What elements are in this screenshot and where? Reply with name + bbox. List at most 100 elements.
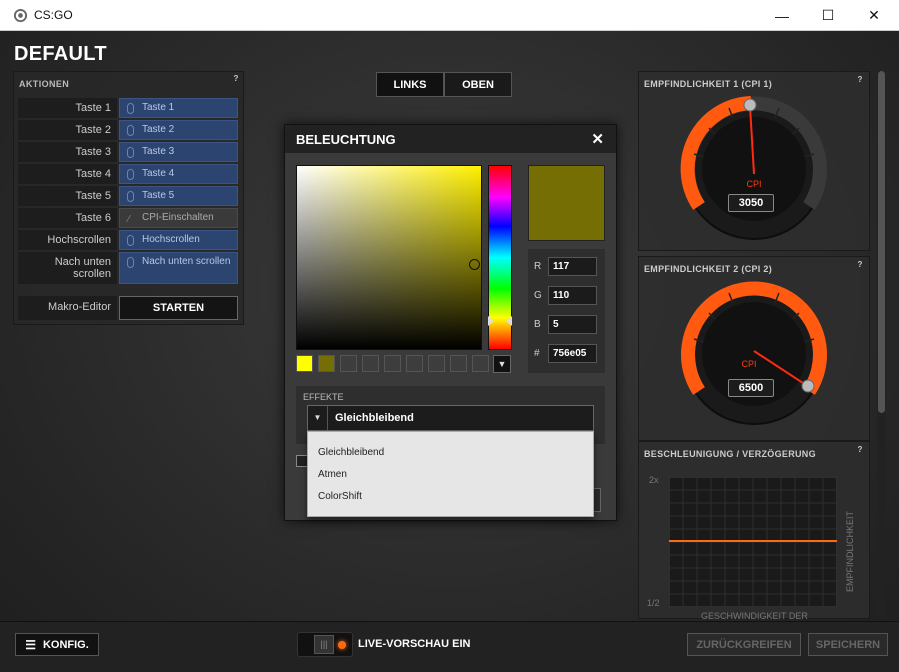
action-binding-label: Taste 1: [142, 102, 175, 113]
cpi2-help-icon[interactable]: ?: [855, 260, 865, 270]
color-swatch-empty[interactable]: [428, 355, 445, 372]
scrollbar-thumb[interactable]: [878, 71, 885, 413]
window-title: CS:GO: [34, 8, 73, 22]
color-swatch-empty[interactable]: [406, 355, 423, 372]
color-picker-handle[interactable]: [469, 259, 480, 270]
mouse-icon: [127, 125, 134, 136]
list-icon: ☰: [25, 637, 36, 652]
tab-links[interactable]: LINKS: [376, 72, 444, 97]
cpi2-dial[interactable]: CPI: [679, 279, 829, 429]
effect-option-colorshift[interactable]: ColorShift: [318, 491, 362, 502]
action-label: Taste 3: [18, 142, 117, 162]
cpi1-panel: EMPFINDLICHKEIT 1 (CPI 1) ? CPI 3050: [638, 71, 870, 251]
close-icon: ✕: [868, 7, 880, 23]
close-dialog-icon[interactable]: ✕: [591, 130, 604, 148]
acceleration-help-icon[interactable]: ?: [855, 445, 865, 455]
hue-slider[interactable]: [488, 165, 512, 350]
action-binding-label: Taste 4: [142, 168, 175, 179]
minimize-icon: —: [775, 7, 789, 24]
live-indicator-icon: [338, 641, 346, 649]
right-scrollbar[interactable]: [877, 71, 886, 619]
action-label: Taste 1: [18, 98, 117, 118]
mouse-icon: [127, 235, 134, 246]
effect-select[interactable]: ▼ Gleichbleibend: [307, 405, 594, 431]
acceleration-panel: BESCHLEUNIGUNG / VERZÖGERUNG ? 2x 1/2 EM…: [638, 441, 870, 621]
color-swatch-empty[interactable]: [362, 355, 379, 372]
action-binding-label: Taste 5: [142, 190, 175, 201]
lighting-dialog-header: BELEUCHTUNG ✕: [285, 125, 616, 153]
color-swatch-empty[interactable]: [450, 355, 467, 372]
green-input[interactable]: 110: [548, 286, 597, 305]
action-binding-cpi-toggle[interactable]: ⁄ CPI-Einschalten: [119, 208, 238, 228]
action-binding-scroll-up[interactable]: Hochscrollen: [119, 230, 238, 250]
actions-heading: AKTIONEN: [19, 79, 70, 89]
action-binding-label: Taste 2: [142, 124, 175, 135]
cpi2-value[interactable]: 6500: [728, 379, 774, 397]
config-button-label: KONFIG.: [42, 638, 89, 651]
blue-label: B: [534, 319, 541, 330]
maximize-icon: ☐: [821, 7, 835, 23]
swatch-dropdown-icon[interactable]: ▼: [493, 355, 511, 373]
hue-slider-handle-left[interactable]: [488, 316, 494, 326]
action-binding-taste-1[interactable]: Taste 1: [119, 98, 238, 118]
tab-oben[interactable]: OBEN: [444, 72, 512, 97]
color-swatch-empty[interactable]: [340, 355, 357, 372]
action-binding-label: CPI-Einschalten: [142, 212, 214, 223]
cpi1-dial[interactable]: CPI: [679, 94, 829, 244]
acceleration-curve-graph[interactable]: [669, 477, 837, 607]
action-binding-label: Nach unten scrollen: [142, 256, 231, 267]
effect-selected-value: Gleichbleibend: [335, 412, 414, 424]
cpi2-heading: EMPFINDLICHKEIT 2 (CPI 2): [644, 264, 773, 274]
effects-label: EFFEKTE: [303, 392, 344, 402]
live-preview-toggle[interactable]: |||: [297, 632, 353, 657]
profile-title: DEFAULT: [14, 43, 107, 65]
cpi2-panel: EMPFINDLICHKEIT 2 (CPI 2) ? CPI 6500: [638, 256, 870, 441]
color-preview: [528, 165, 605, 241]
action-binding-taste-5[interactable]: Taste 5: [119, 186, 238, 206]
action-label: Taste 6: [18, 208, 117, 228]
action-binding-taste-2[interactable]: Taste 2: [119, 120, 238, 140]
accel-y-label: EMPFINDLICHKEIT: [845, 510, 855, 592]
config-button[interactable]: ☰ KONFIG.: [15, 633, 99, 656]
mouse-icon: [127, 169, 134, 180]
color-values-panel: R 117 G 110 B 5 # 756e05: [528, 249, 605, 373]
minimize-button[interactable]: —: [759, 0, 805, 31]
color-swatch-1[interactable]: [296, 355, 313, 372]
accel-y-top: 2x: [649, 475, 659, 485]
action-binding-taste-3[interactable]: Taste 3: [119, 142, 238, 162]
cpi1-heading: EMPFINDLICHKEIT 1 (CPI 1): [644, 79, 773, 89]
saturation-value-picker[interactable]: [296, 165, 482, 350]
hex-input[interactable]: 756e05: [548, 344, 597, 363]
action-label: Hochscrollen: [18, 230, 117, 250]
save-button[interactable]: SPEICHERN: [808, 633, 888, 656]
red-label: R: [534, 261, 542, 272]
red-input[interactable]: 117: [548, 257, 597, 276]
color-swatch-2[interactable]: [318, 355, 335, 372]
action-binding-taste-4[interactable]: Taste 4: [119, 164, 238, 184]
mouse-icon: [127, 191, 134, 202]
hue-slider-handle-right[interactable]: [506, 316, 512, 326]
cpi-switch-icon: ⁄: [128, 214, 130, 225]
live-preview-label: LIVE-VORSCHAU EIN: [358, 638, 471, 650]
green-label: G: [534, 290, 542, 301]
effect-option-atmen[interactable]: Atmen: [318, 469, 347, 480]
maximize-button[interactable]: ☐: [805, 0, 851, 31]
revert-button[interactable]: ZURÜCKGREIFEN: [687, 633, 801, 656]
macro-start-button[interactable]: STARTEN: [119, 296, 238, 320]
cpi1-value[interactable]: 3050: [728, 194, 774, 212]
cpi1-help-icon[interactable]: ?: [855, 75, 865, 85]
chevron-down-icon: ▼: [308, 406, 328, 430]
action-label: Nach unten scrollen: [18, 252, 117, 284]
color-swatch-empty[interactable]: [384, 355, 401, 372]
effect-option-gleichbleibend[interactable]: Gleichbleibend: [318, 447, 384, 458]
macro-editor-label: Makro-Editor: [18, 296, 117, 320]
actions-help-icon[interactable]: ?: [231, 74, 241, 84]
action-binding-scroll-down[interactable]: Nach unten scrollen: [119, 252, 238, 284]
accel-x-label: GESCHWINDIGKEIT DER: [701, 611, 808, 621]
close-window-button[interactable]: ✕: [851, 0, 897, 31]
color-swatch-empty[interactable]: [472, 355, 489, 372]
mouse-icon: [127, 147, 134, 158]
toggle-grip-icon: |||: [314, 635, 334, 654]
blue-input[interactable]: 5: [548, 315, 597, 334]
lighting-dialog-title: BELEUCHTUNG: [296, 132, 396, 147]
